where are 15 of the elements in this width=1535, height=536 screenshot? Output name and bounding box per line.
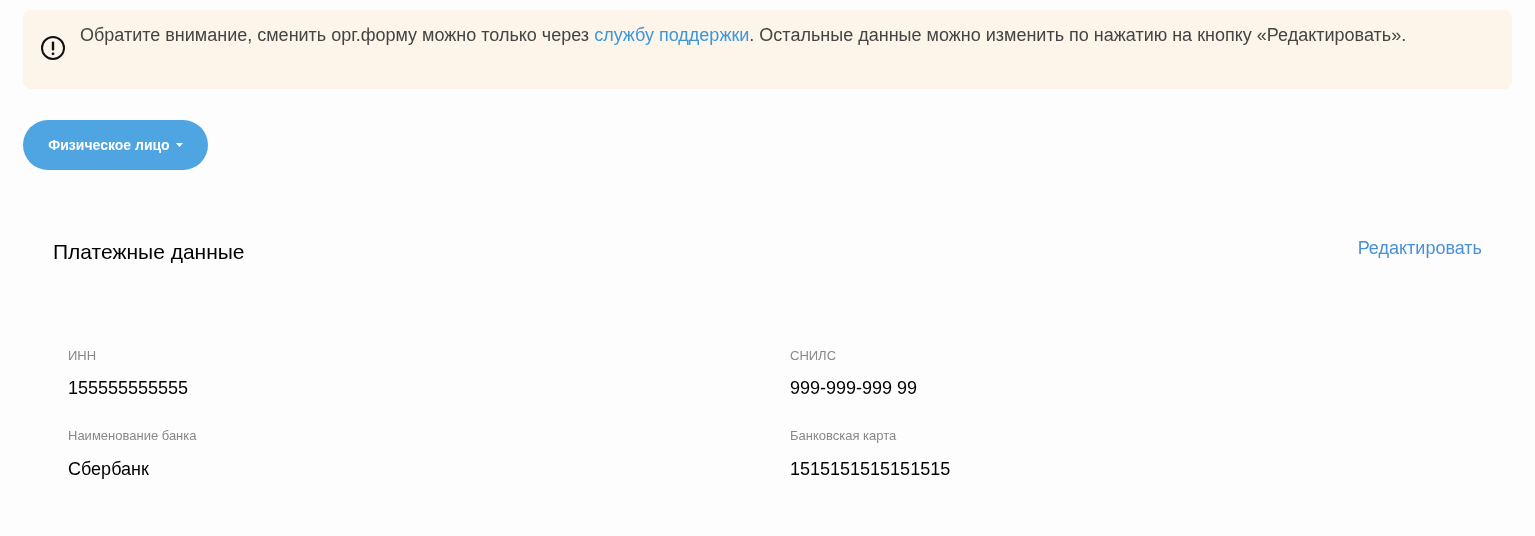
caret-icon xyxy=(175,143,183,147)
type-dropdown[interactable]: Физическое лицо xyxy=(23,120,208,170)
section-title: Платежные данные xyxy=(53,239,245,265)
field-value: 999-999-999 99 xyxy=(790,377,919,400)
field-label: Наименование банка xyxy=(68,427,198,445)
field-label: СНИЛС xyxy=(790,346,838,365)
warning-icon xyxy=(40,35,66,61)
field-value: 155555555555 xyxy=(68,377,190,400)
field-label: Банковская карта xyxy=(790,427,898,445)
field-value: Сбербанк xyxy=(68,457,150,481)
support-link[interactable]: службу поддержки xyxy=(594,25,750,45)
field-value: 1515151515151515 xyxy=(790,457,952,481)
field-label: ИНН xyxy=(68,346,98,365)
notice-text: Обратите внимание, сменить орг.форму можно только через службу поддержки. Остальные данные можно изменить по нажатию на кнопку «Редактировать». xyxy=(80,24,1407,47)
edit-link[interactable]: Редактировать xyxy=(1357,235,1482,263)
